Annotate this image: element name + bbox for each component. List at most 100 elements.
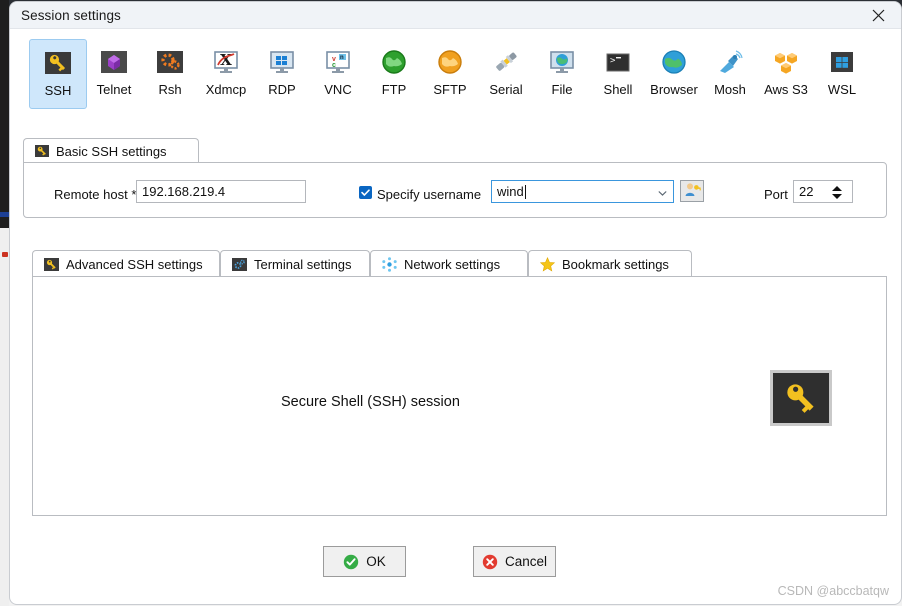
wsl-windows-icon	[828, 48, 856, 76]
close-button[interactable]	[855, 2, 901, 28]
protocol-item-wsl[interactable]: WSL	[813, 39, 871, 109]
protocol-label: Aws S3	[764, 82, 808, 97]
check-icon	[360, 187, 371, 198]
spinner-up-icon[interactable]	[831, 185, 842, 191]
port-value: 22	[799, 184, 814, 199]
cancel-circle-icon	[482, 554, 498, 570]
tab-label: Terminal settings	[254, 256, 352, 272]
protocol-item-browser[interactable]: Browser	[645, 39, 703, 109]
protocol-toolbar: SSH Telnet Rsh X Xdmcp RDP v n c VNC FTP…	[10, 30, 901, 115]
user-key-icon	[684, 182, 701, 201]
protocol-label: Serial	[489, 82, 523, 97]
port-label: Port	[764, 187, 788, 202]
protocol-item-rdp[interactable]: RDP	[253, 39, 311, 109]
username-value: wind	[497, 184, 524, 199]
protocol-label: Browser	[650, 82, 698, 97]
ssh-key-icon	[770, 370, 832, 426]
close-icon	[872, 9, 885, 22]
ssh-key-icon	[44, 49, 72, 77]
tab-advanced-ssh-settings[interactable]: Advanced SSH settings	[32, 250, 220, 277]
protocol-item-ftp[interactable]: FTP	[365, 39, 423, 109]
protocol-item-sftp[interactable]: SFTP	[421, 39, 479, 109]
protocol-item-vnc[interactable]: v n c VNC	[309, 39, 367, 109]
ssh-key-icon	[44, 257, 59, 272]
tab-network-settings[interactable]: Network settings	[370, 250, 528, 277]
protocol-label: Shell	[603, 82, 633, 97]
protocol-item-serial[interactable]: Serial	[477, 39, 535, 109]
protocol-label: RDP	[268, 82, 296, 97]
watermark: CSDN @abccbatqw	[777, 584, 889, 598]
rsh-gears-icon	[156, 48, 184, 76]
svg-text:c: c	[332, 62, 336, 69]
star-icon	[539, 256, 556, 272]
svg-text:n: n	[340, 55, 344, 61]
protocol-item-file[interactable]: File	[533, 39, 591, 109]
serial-plug-icon	[492, 48, 520, 76]
aws-s3-buckets-icon	[772, 48, 800, 76]
tab-terminal-settings[interactable]: Terminal settings	[220, 250, 370, 277]
tab-label: Advanced SSH settings	[66, 256, 203, 272]
tab-basic-ssh-settings[interactable]: Basic SSH settings	[23, 138, 199, 163]
remote-host-value: 192.168.219.4	[142, 184, 226, 199]
ssh-key-icon	[35, 144, 49, 158]
protocol-label: Rsh	[158, 82, 182, 97]
protocol-item-telnet[interactable]: Telnet	[85, 39, 143, 109]
protocol-label: Xdmcp	[205, 82, 247, 97]
protocol-label: WSL	[827, 82, 857, 97]
ftp-globe-icon	[380, 48, 408, 76]
cancel-button-label: Cancel	[504, 554, 548, 569]
terminal-icon	[232, 257, 247, 272]
background-left-marker	[2, 252, 8, 257]
tab-label: Basic SSH settings	[56, 143, 167, 159]
tab-label: Bookmark settings	[562, 256, 669, 272]
page-title: Session settings	[21, 8, 121, 23]
protocol-label: FTP	[381, 82, 407, 97]
protocol-item-mosh[interactable]: Mosh	[701, 39, 759, 109]
ok-button-label: OK	[366, 554, 386, 569]
chevron-down-icon[interactable]	[658, 184, 667, 199]
protocol-label: VNC	[324, 82, 352, 97]
port-input[interactable]: 22	[793, 180, 853, 203]
network-dots-icon	[382, 256, 397, 272]
tab-label: Network settings	[404, 256, 501, 272]
dialog-titlebar: Session settings	[10, 2, 901, 29]
protocol-item-shell[interactable]: > Shell	[589, 39, 647, 109]
basic-settings-tabstrip: Basic SSH settings	[23, 138, 887, 163]
text-caret	[524, 184, 526, 199]
protocol-label: File	[551, 82, 573, 97]
shell-terminal-icon: >	[604, 48, 632, 76]
port-spinner[interactable]	[829, 182, 844, 202]
protocol-item-ssh[interactable]: SSH	[29, 39, 87, 109]
browser-globe-icon	[660, 48, 688, 76]
xdmcp-monitor-icon: X	[212, 48, 240, 76]
remote-host-label: Remote host *	[54, 187, 137, 202]
protocol-item-aws-s3[interactable]: Aws S3	[757, 39, 815, 109]
username-combobox[interactable]: wind	[491, 180, 674, 203]
sftp-globe-icon	[436, 48, 464, 76]
remote-host-input[interactable]: 192.168.219.4	[136, 180, 306, 203]
protocol-item-xdmcp[interactable]: X Xdmcp	[197, 39, 255, 109]
protocol-label: Telnet	[96, 82, 132, 97]
specify-username-checkbox[interactable]	[359, 186, 372, 199]
advanced-ssh-settings-panel: Secure Shell (SSH) session	[32, 276, 887, 516]
ok-button[interactable]: OK	[323, 546, 406, 577]
vnc-monitor-icon: v n c	[324, 48, 352, 76]
protocol-label: SSH	[44, 83, 72, 98]
background-left-panel	[0, 228, 9, 606]
protocol-label: SFTP	[433, 82, 467, 97]
specify-username-label: Specify username	[377, 187, 482, 202]
check-circle-icon	[343, 554, 359, 570]
settings-tabstrip: Advanced SSH settings Terminal settings	[32, 250, 887, 277]
background-left-accent	[0, 212, 9, 217]
session-settings-dialog: Session settings SSH Telnet Rsh X Xdmcp …	[9, 1, 902, 605]
session-description: Secure Shell (SSH) session	[281, 394, 460, 410]
cancel-button[interactable]: Cancel	[473, 546, 556, 577]
tab-bookmark-settings[interactable]: Bookmark settings	[528, 250, 692, 277]
protocol-label: Mosh	[714, 82, 746, 97]
rdp-monitor-icon	[268, 48, 296, 76]
telnet-gem-icon	[100, 48, 128, 76]
select-user-button[interactable]	[680, 180, 704, 202]
protocol-item-rsh[interactable]: Rsh	[141, 39, 199, 109]
file-monitor-icon	[548, 48, 576, 76]
spinner-down-icon[interactable]	[831, 193, 842, 199]
